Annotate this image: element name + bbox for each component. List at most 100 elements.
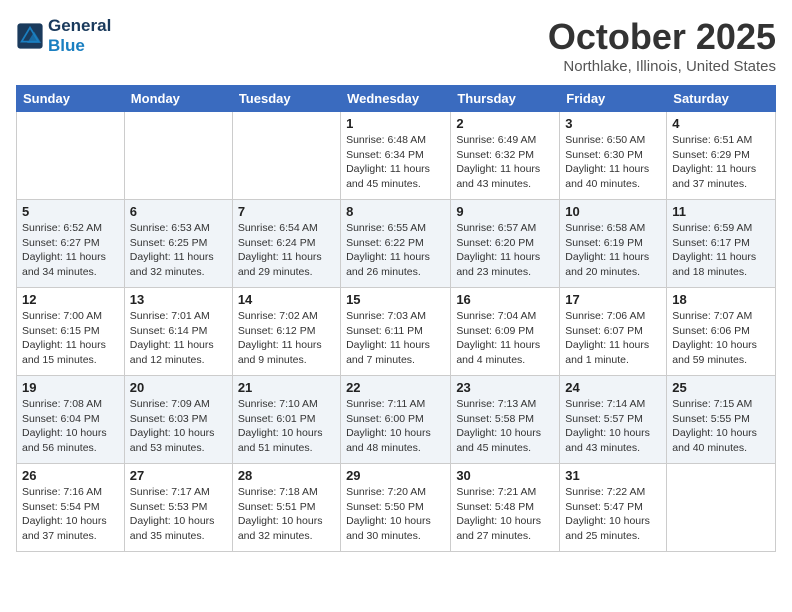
logo-icon [16,22,44,50]
day-info: Sunrise: 6:48 AMSunset: 6:34 PMDaylight:… [346,133,445,192]
day-info: Sunrise: 7:16 AMSunset: 5:54 PMDaylight:… [22,485,119,544]
day-number: 14 [238,292,335,307]
day-number: 24 [565,380,661,395]
day-number: 20 [130,380,227,395]
day-info: Sunrise: 6:53 AMSunset: 6:25 PMDaylight:… [130,221,227,280]
location: Northlake, Illinois, United States [548,58,776,75]
page-header: General Blue October 2025 Northlake, Ill… [16,16,776,75]
calendar-cell: 29 Sunrise: 7:20 AMSunset: 5:50 PMDayligh… [341,464,451,552]
day-number: 18 [672,292,770,307]
day-info: Sunrise: 7:08 AMSunset: 6:04 PMDaylight:… [22,397,119,456]
day-number: 7 [238,204,335,219]
day-number: 5 [22,204,119,219]
calendar-cell: 18 Sunrise: 7:07 AMSunset: 6:06 PMDayligh… [667,288,776,376]
column-header-friday: Friday [560,86,667,112]
calendar-cell: 22Sunrise: 7:11 AMSunset: 6:00 PMDayligh… [341,376,451,464]
day-info: Sunrise: 6:51 AMSunset: 6:29 PMDaylight:… [672,133,770,192]
day-info: Sunrise: 7:20 AMSunset: 5:50 PMDaylight:… [346,485,445,544]
day-info: Sunrise: 6:54 AMSunset: 6:24 PMDaylight:… [238,221,335,280]
day-number: 3 [565,116,661,131]
day-number: 28 [238,468,335,483]
day-number: 8 [346,204,445,219]
calendar-cell: 31 Sunrise: 7:22 AMSunset: 5:47 PMDayligh… [560,464,667,552]
day-info: Sunrise: 6:52 AMSunset: 6:27 PMDaylight:… [22,221,119,280]
day-info: Sunrise: 6:50 AMSunset: 6:30 PMDaylight:… [565,133,661,192]
day-number: 31 [565,468,661,483]
calendar-cell: 30Sunrise: 7:21 AMSunset: 5:48 PMDayligh… [451,464,560,552]
day-info: Sunrise: 7:00 AMSunset: 6:15 PMDaylight:… [22,309,119,368]
day-info: Sunrise: 7:21 AMSunset: 5:48 PMDaylight:… [456,485,554,544]
day-info: Sunrise: 7:13 AMSunset: 5:58 PMDaylight:… [456,397,554,456]
day-number: 15 [346,292,445,307]
calendar-cell: 8 Sunrise: 6:55 AMSunset: 6:22 PMDaylight… [341,200,451,288]
calendar-cell: 17Sunrise: 7:06 AMSunset: 6:07 PMDayligh… [560,288,667,376]
day-info: Sunrise: 6:57 AMSunset: 6:20 PMDaylight:… [456,221,554,280]
calendar-week-row: 12Sunrise: 7:00 AMSunset: 6:15 PMDayligh… [17,288,776,376]
day-info: Sunrise: 7:18 AMSunset: 5:51 PMDaylight:… [238,485,335,544]
calendar-cell: 19 Sunrise: 7:08 AMSunset: 6:04 PMDayligh… [17,376,125,464]
day-info: Sunrise: 6:58 AMSunset: 6:19 PMDaylight:… [565,221,661,280]
calendar-cell: 3 Sunrise: 6:50 AMSunset: 6:30 PMDaylight… [560,112,667,200]
day-number: 10 [565,204,661,219]
day-number: 6 [130,204,227,219]
title-block: October 2025 Northlake, Illinois, United… [548,16,776,75]
calendar-cell: 6 Sunrise: 6:53 AMSunset: 6:25 PMDaylight… [124,200,232,288]
calendar-cell: 28 Sunrise: 7:18 AMSunset: 5:51 PMDayligh… [232,464,340,552]
day-number: 11 [672,204,770,219]
calendar-header-row: SundayMondayTuesdayWednesdayThursdayFrid… [17,86,776,112]
day-info: Sunrise: 6:59 AMSunset: 6:17 PMDaylight:… [672,221,770,280]
calendar-table: SundayMondayTuesdayWednesdayThursdayFrid… [16,85,776,552]
calendar-cell: 9 Sunrise: 6:57 AMSunset: 6:20 PMDaylight… [451,200,560,288]
calendar-cell [667,464,776,552]
logo-line2: Blue [48,36,111,56]
day-info: Sunrise: 7:15 AMSunset: 5:55 PMDaylight:… [672,397,770,456]
calendar-cell: 10 Sunrise: 6:58 AMSunset: 6:19 PMDayligh… [560,200,667,288]
calendar-cell: 11 Sunrise: 6:59 AMSunset: 6:17 PMDayligh… [667,200,776,288]
day-info: Sunrise: 7:14 AMSunset: 5:57 PMDaylight:… [565,397,661,456]
calendar-cell [17,112,125,200]
day-info: Sunrise: 7:02 AMSunset: 6:12 PMDaylight:… [238,309,335,368]
day-number: 27 [130,468,227,483]
calendar-cell: 20Sunrise: 7:09 AMSunset: 6:03 PMDayligh… [124,376,232,464]
day-number: 23 [456,380,554,395]
day-info: Sunrise: 7:22 AMSunset: 5:47 PMDaylight:… [565,485,661,544]
day-info: Sunrise: 7:04 AMSunset: 6:09 PMDaylight:… [456,309,554,368]
calendar-cell: 5 Sunrise: 6:52 AMSunset: 6:27 PMDaylight… [17,200,125,288]
column-header-thursday: Thursday [451,86,560,112]
calendar-cell: 15 Sunrise: 7:03 AMSunset: 6:11 PMDayligh… [341,288,451,376]
calendar-cell: 21Sunrise: 7:10 AMSunset: 6:01 PMDayligh… [232,376,340,464]
column-header-tuesday: Tuesday [232,86,340,112]
column-header-saturday: Saturday [667,86,776,112]
calendar-week-row: 1Sunrise: 6:48 AMSunset: 6:34 PMDaylight… [17,112,776,200]
logo: General Blue [16,16,111,55]
day-number: 9 [456,204,554,219]
day-number: 16 [456,292,554,307]
month-title: October 2025 [548,16,776,58]
calendar-cell: 26 Sunrise: 7:16 AMSunset: 5:54 PMDayligh… [17,464,125,552]
calendar-cell: 14 Sunrise: 7:02 AMSunset: 6:12 PMDayligh… [232,288,340,376]
day-info: Sunrise: 6:49 AMSunset: 6:32 PMDaylight:… [456,133,554,192]
logo-line1: General [48,16,111,36]
calendar-cell [124,112,232,200]
calendar-week-row: 19 Sunrise: 7:08 AMSunset: 6:04 PMDayligh… [17,376,776,464]
day-number: 19 [22,380,119,395]
day-number: 29 [346,468,445,483]
calendar-week-row: 5 Sunrise: 6:52 AMSunset: 6:27 PMDaylight… [17,200,776,288]
calendar-cell: 4Sunrise: 6:51 AMSunset: 6:29 PMDaylight… [667,112,776,200]
day-info: Sunrise: 7:07 AMSunset: 6:06 PMDaylight:… [672,309,770,368]
day-info: Sunrise: 7:03 AMSunset: 6:11 PMDaylight:… [346,309,445,368]
day-info: Sunrise: 7:17 AMSunset: 5:53 PMDaylight:… [130,485,227,544]
day-info: Sunrise: 7:06 AMSunset: 6:07 PMDaylight:… [565,309,661,368]
day-number: 26 [22,468,119,483]
column-header-sunday: Sunday [17,86,125,112]
calendar-cell: 12Sunrise: 7:00 AMSunset: 6:15 PMDayligh… [17,288,125,376]
day-number: 13 [130,292,227,307]
calendar-cell: 27 Sunrise: 7:17 AMSunset: 5:53 PMDayligh… [124,464,232,552]
calendar-cell: 25Sunrise: 7:15 AMSunset: 5:55 PMDayligh… [667,376,776,464]
column-header-wednesday: Wednesday [341,86,451,112]
day-info: Sunrise: 6:55 AMSunset: 6:22 PMDaylight:… [346,221,445,280]
day-info: Sunrise: 7:11 AMSunset: 6:00 PMDaylight:… [346,397,445,456]
calendar-cell: 1Sunrise: 6:48 AMSunset: 6:34 PMDaylight… [341,112,451,200]
calendar-cell [232,112,340,200]
calendar-cell: 13Sunrise: 7:01 AMSunset: 6:14 PMDayligh… [124,288,232,376]
